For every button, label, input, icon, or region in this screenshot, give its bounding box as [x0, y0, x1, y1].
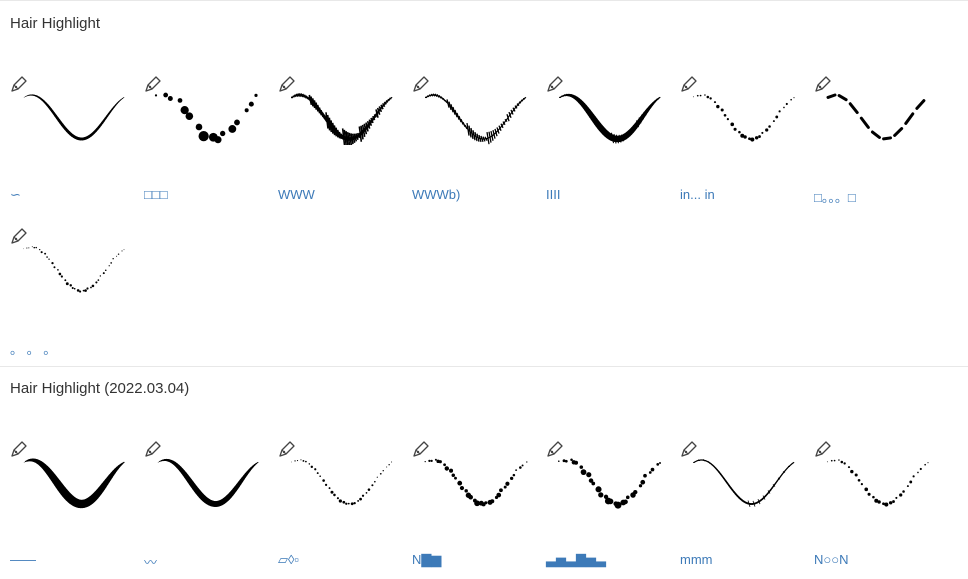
brush-name-link[interactable]: N▇▆ [412, 552, 441, 568]
brush-item[interactable]: —— [10, 440, 140, 570]
brush-name-link[interactable]: WWWb) [412, 187, 460, 202]
brush-stroke-preview [23, 246, 125, 293]
brush-stroke-preview [693, 459, 795, 508]
brush-item[interactable]: WWWb) [412, 75, 542, 205]
brush-item[interactable]: ∽ [10, 75, 140, 205]
brush-name-link[interactable]: □。。。□ [814, 187, 856, 206]
brush-item[interactable]: ▃▅▃▇▅▃ [546, 440, 676, 570]
brush-stroke-preview [826, 93, 926, 141]
brush-item[interactable]: mmm [680, 440, 810, 570]
brush-item[interactable]: N▇▆ [412, 440, 542, 570]
section-title-hair-highlight: Hair Highlight [10, 15, 101, 32]
brush-item[interactable]: in... in [680, 75, 810, 205]
brush-name-link[interactable]: □□□ [144, 187, 168, 202]
brush-stroke-preview [826, 459, 929, 507]
brush-stroke-preview [558, 458, 661, 509]
brush-stroke-preview [23, 94, 125, 141]
brush-stroke-preview [425, 93, 527, 145]
brush-stroke-preview [291, 459, 393, 506]
brush-stroke-preview [424, 458, 528, 507]
brush-stroke-preview [291, 92, 393, 145]
brush-item[interactable]: □。。。□ [814, 75, 944, 205]
brush-item[interactable]: IIII [546, 75, 676, 205]
brush-item[interactable]: 。 。 。 [10, 227, 140, 357]
brush-name-link[interactable]: WWW [278, 187, 315, 202]
section-title-hair-highlight-2022: Hair Highlight (2022.03.04) [10, 380, 190, 397]
brush-name-link[interactable]: ▱◊▫ [278, 552, 299, 568]
brush-name-link[interactable]: ▃▅▃▇▅▃ [546, 552, 606, 568]
brush-name-link[interactable]: —— [10, 552, 36, 567]
brush-stroke-preview [559, 93, 661, 144]
brush-item[interactable]: N○○N [814, 440, 944, 570]
brush-item[interactable]: □□□ [144, 75, 274, 205]
brush-name-link[interactable]: N○○N [814, 552, 848, 567]
brush-name-link[interactable]: mmm [680, 552, 713, 567]
brush-name-link[interactable]: 。 。 。 [10, 339, 56, 358]
brush-item[interactable]: 〰 [144, 440, 274, 570]
brush-name-link[interactable]: 〰 [144, 552, 157, 571]
brush-name-link[interactable]: in... in [680, 187, 715, 202]
brush-stroke-preview [692, 94, 795, 142]
brush-stroke-preview [154, 92, 258, 144]
brush-item[interactable]: ▱◊▫ [278, 440, 408, 570]
brush-name-link[interactable]: IIII [546, 187, 560, 202]
brush-stroke-preview [23, 458, 125, 509]
brush-name-link[interactable]: ∽ [10, 187, 21, 203]
brush-item[interactable]: WWW [278, 75, 408, 205]
divider-middle [0, 366, 968, 367]
brush-stroke-preview [157, 458, 259, 507]
divider-top [0, 0, 968, 1]
